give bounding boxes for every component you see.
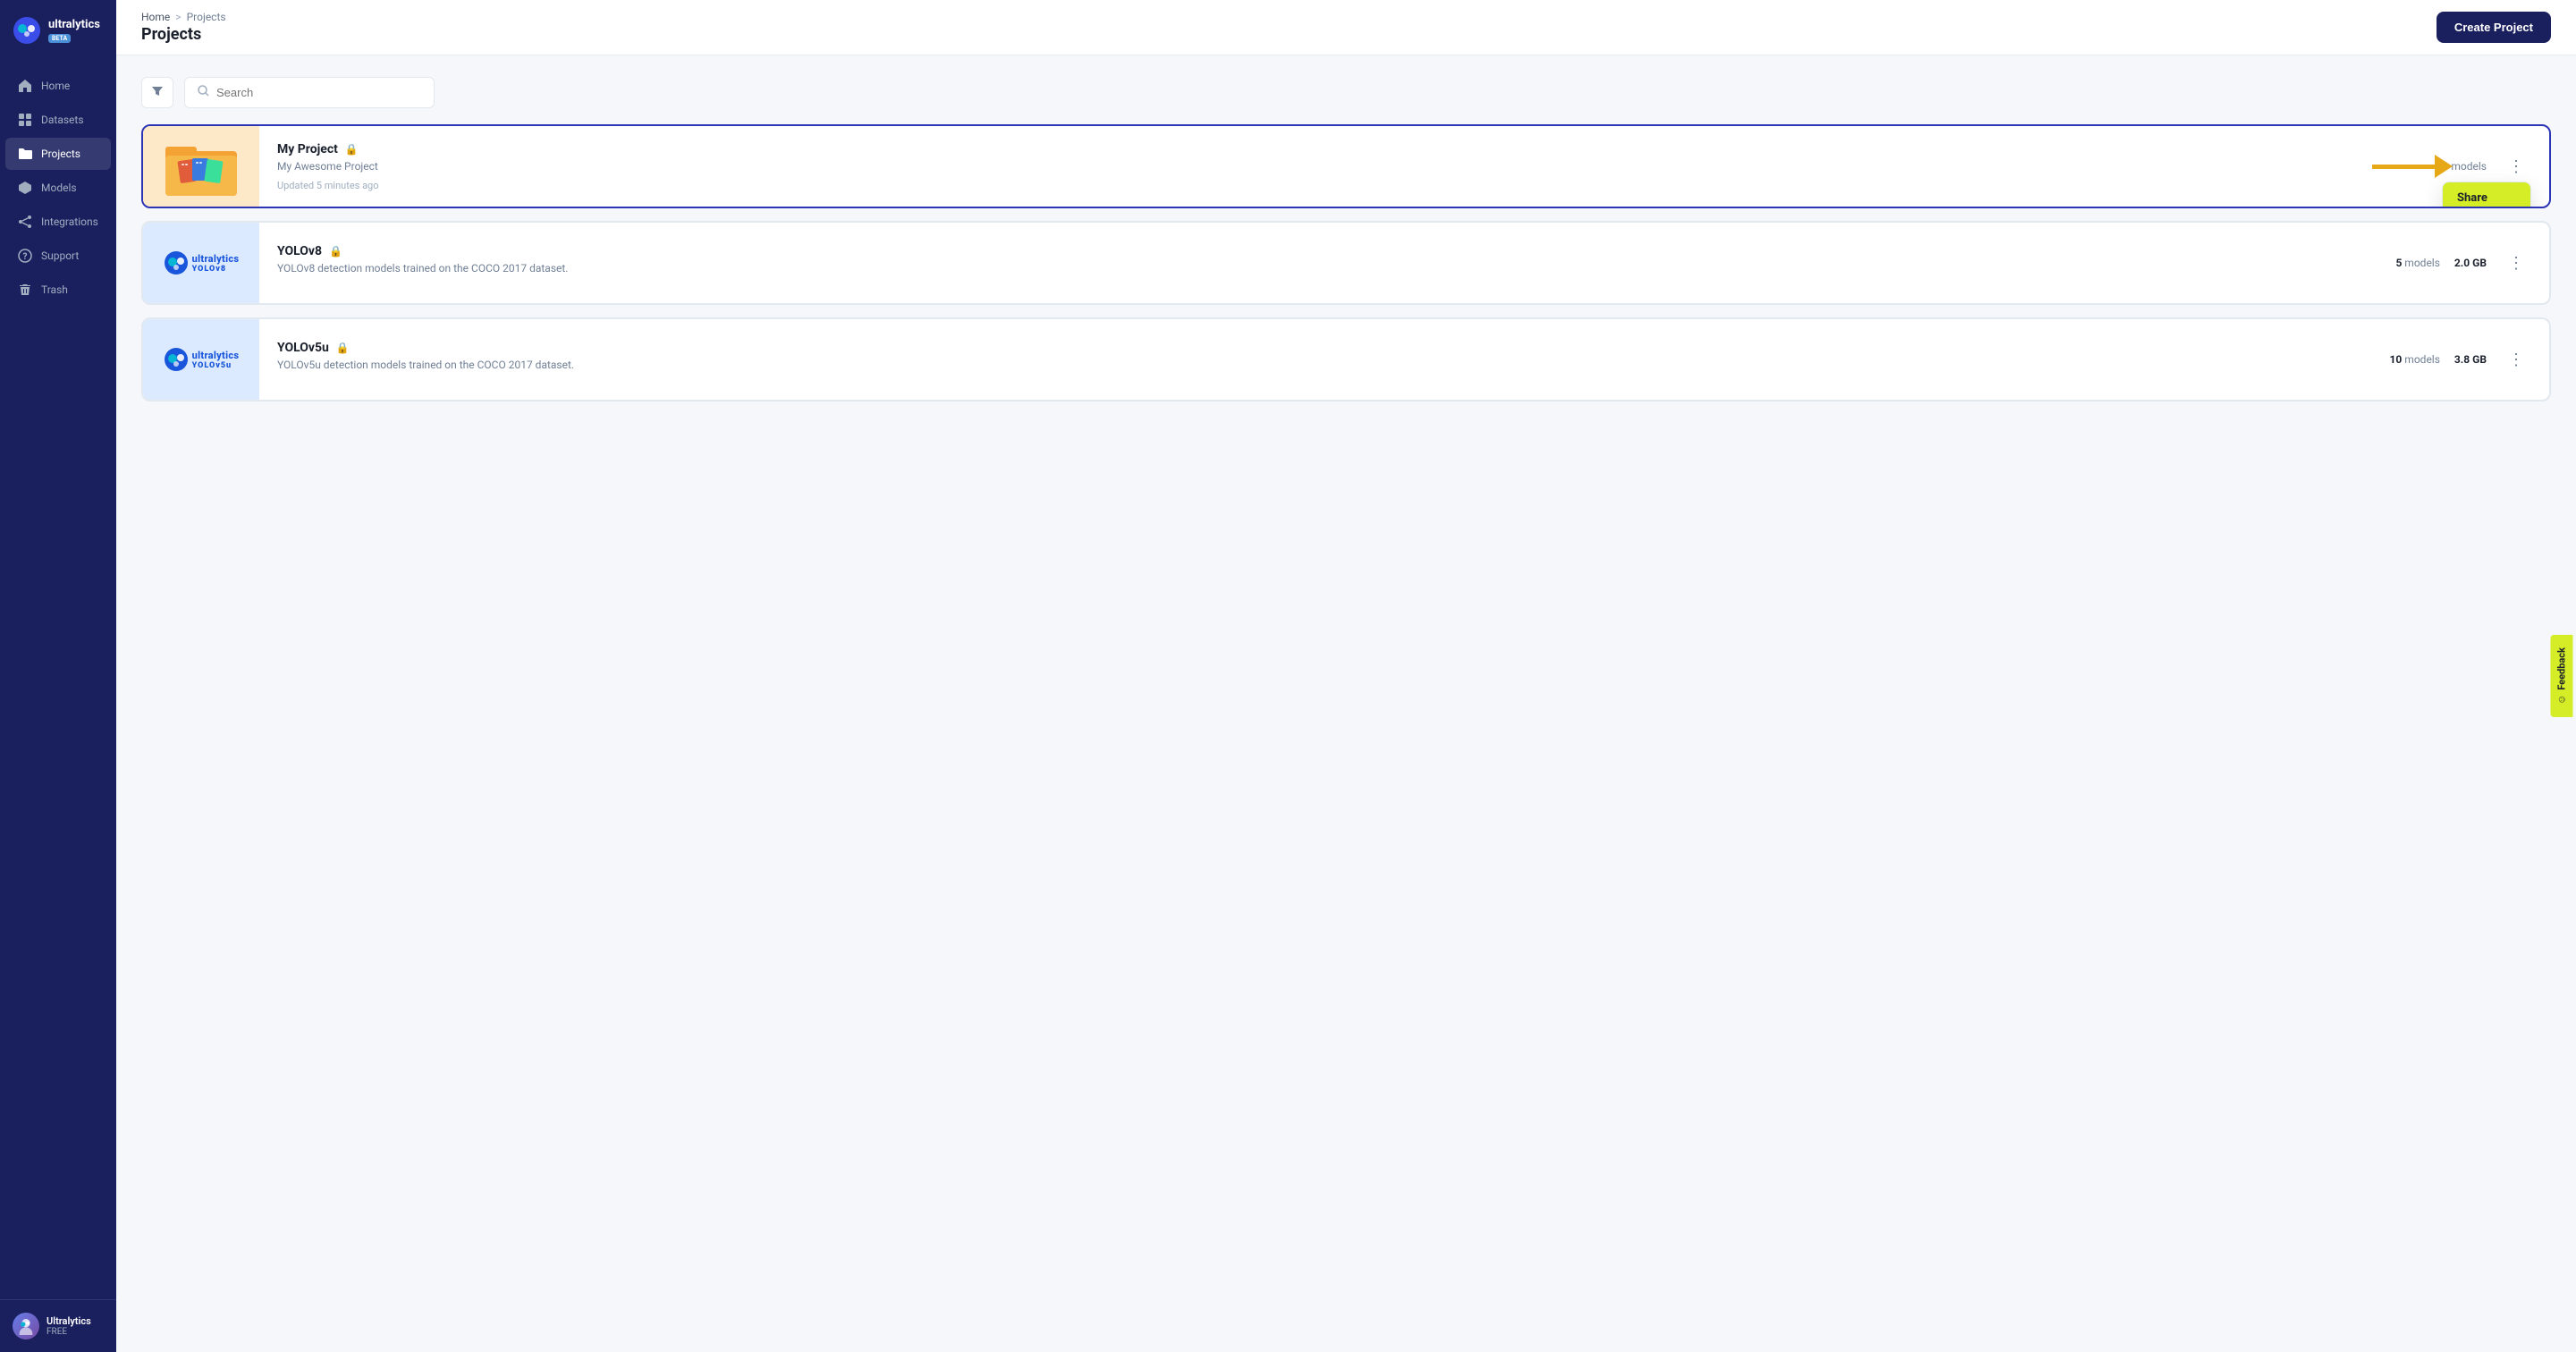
lock-icon-my-project: 🔒 bbox=[345, 143, 359, 156]
header-left: Home > Projects Projects bbox=[141, 11, 226, 44]
breadcrumb-current: Projects bbox=[187, 11, 226, 23]
sidebar-item-integrations[interactable]: Integrations bbox=[5, 206, 111, 238]
search-input[interactable] bbox=[216, 86, 421, 99]
datasets-icon bbox=[18, 113, 32, 127]
card-actions-yolov5u: 10 models 3.8 GB ⋮ bbox=[2372, 348, 2549, 371]
sidebar-item-projects[interactable]: Projects bbox=[5, 138, 111, 170]
sidebar-item-home[interactable]: Home bbox=[5, 70, 111, 102]
trash-icon bbox=[18, 283, 32, 297]
content-area: My Project 🔒 My Awesome Project Updated … bbox=[116, 55, 2576, 1352]
sidebar-item-support-label: Support bbox=[41, 249, 79, 262]
sidebar-item-support[interactable]: ? Support bbox=[5, 240, 111, 272]
card-title-row-yolov8: YOLOv8 🔒 bbox=[277, 244, 2360, 258]
more-button-yolov8[interactable]: ⋮ bbox=[2501, 251, 2531, 275]
integrations-icon bbox=[18, 215, 32, 229]
sidebar-bottom: Ultralytics FREE bbox=[0, 1299, 116, 1352]
beta-badge: BETA bbox=[48, 34, 71, 43]
logo: ultralytics BETA bbox=[0, 0, 116, 63]
sidebar: ultralytics BETA Home Datasets Projects bbox=[0, 0, 116, 1352]
card-title-row-yolov5u: YOLOv5u 🔒 bbox=[277, 341, 2354, 355]
page-title: Projects bbox=[141, 25, 226, 44]
brand-name: ultralytics bbox=[48, 18, 100, 32]
support-icon: ? bbox=[18, 249, 32, 263]
toolbar bbox=[141, 77, 2551, 108]
home-icon bbox=[18, 79, 32, 93]
models-count-yolov5u: 10 models bbox=[2390, 353, 2440, 366]
card-desc-yolov8: YOLOv8 detection models trained on the C… bbox=[277, 262, 2360, 275]
ultralytics-mini-logo bbox=[164, 250, 189, 275]
filter-button[interactable] bbox=[141, 77, 173, 108]
main-content: Home > Projects Projects Create Project bbox=[116, 0, 2576, 1352]
ultralytics-mini-logo-2 bbox=[164, 347, 189, 372]
breadcrumb-home[interactable]: Home bbox=[141, 11, 170, 23]
feedback-label: Feedback bbox=[2556, 647, 2568, 690]
sidebar-item-home-label: Home bbox=[41, 80, 70, 92]
arrow-head bbox=[2435, 155, 2453, 178]
size-badge-yolov8: 2.0 GB bbox=[2454, 257, 2487, 269]
project-card-yolov5u[interactable]: ultralytics YOLOv5u YOLOv5u 🔒 YOLOv5u de… bbox=[141, 317, 2551, 401]
card-actions-yolov8: 5 models 2.0 GB ⋮ bbox=[2378, 251, 2549, 275]
dropdown-share[interactable]: Share bbox=[2443, 182, 2530, 208]
card-desc-yolov5u: YOLOv5u detection models trained on the … bbox=[277, 359, 2354, 371]
user-details: Ultralytics FREE bbox=[46, 1315, 91, 1337]
sidebar-item-models[interactable]: Models bbox=[5, 172, 111, 204]
yolov5u-sub-label: YOLOv5u bbox=[192, 361, 240, 370]
card-body-yolov8: YOLOv8 🔒 YOLOv8 detection models trained… bbox=[259, 230, 2378, 296]
lock-icon-yolov5u: 🔒 bbox=[336, 342, 350, 354]
sidebar-item-trash-label: Trash bbox=[41, 283, 68, 296]
card-thumbnail-my-project bbox=[143, 126, 259, 207]
folder-icon bbox=[161, 133, 241, 200]
models-icon bbox=[18, 181, 32, 195]
card-thumbnail-yolov8: ultralytics YOLOv8 bbox=[143, 223, 259, 303]
card-title-yolov5u: YOLOv5u bbox=[277, 341, 329, 355]
more-button-my-project[interactable]: ⋮ bbox=[2501, 155, 2531, 178]
sidebar-item-trash[interactable]: Trash bbox=[5, 274, 111, 306]
card-title-row-my-project: My Project 🔒 bbox=[277, 142, 2407, 156]
user-info: Ultralytics FREE bbox=[13, 1313, 104, 1339]
dropdown-container: ⋮ Share Edit Delete bbox=[2501, 155, 2531, 178]
sidebar-item-datasets[interactable]: Datasets bbox=[5, 104, 111, 136]
top-bar: Home > Projects Projects Create Project bbox=[116, 0, 2576, 55]
project-card-my-project[interactable]: My Project 🔒 My Awesome Project Updated … bbox=[141, 124, 2551, 208]
feedback-tab-wrapper: ☺ Feedback bbox=[2551, 635, 2573, 717]
project-card-yolov8[interactable]: ultralytics YOLOv8 YOLOv8 🔒 YOLOv8 detec… bbox=[141, 221, 2551, 305]
feedback-icon: ☺ bbox=[2556, 695, 2568, 705]
user-plan: FREE bbox=[46, 1327, 91, 1337]
sidebar-item-integrations-label: Integrations bbox=[41, 215, 98, 228]
user-name: Ultralytics bbox=[46, 1315, 91, 1327]
card-body-my-project: My Project 🔒 My Awesome Project Updated … bbox=[259, 128, 2425, 206]
card-thumbnail-yolov5u: ultralytics YOLOv5u bbox=[143, 319, 259, 400]
yolov8-sub-label: YOLOv8 bbox=[192, 265, 240, 274]
share-arrow bbox=[2372, 155, 2453, 178]
card-title-yolov8: YOLOv8 bbox=[277, 244, 322, 258]
card-meta-my-project: Updated 5 minutes ago bbox=[277, 180, 2407, 191]
breadcrumb: Home > Projects bbox=[141, 11, 226, 23]
more-button-yolov5u[interactable]: ⋮ bbox=[2501, 348, 2531, 371]
avatar bbox=[13, 1313, 39, 1339]
filter-icon bbox=[151, 85, 164, 97]
size-badge-yolov5u: 3.8 GB bbox=[2454, 353, 2487, 366]
ultralytics-logo-icon bbox=[13, 16, 41, 45]
breadcrumb-separator: > bbox=[175, 11, 181, 23]
projects-icon bbox=[18, 147, 32, 161]
search-box bbox=[184, 77, 435, 108]
sidebar-item-projects-label: Projects bbox=[41, 148, 80, 160]
context-menu: Share Edit Delete bbox=[2442, 182, 2531, 208]
create-project-button[interactable]: Create Project bbox=[2437, 12, 2551, 43]
svg-text:?: ? bbox=[23, 252, 28, 262]
nav-items: Home Datasets Projects Models Integratio… bbox=[0, 63, 116, 1299]
logo-text: ultralytics BETA bbox=[48, 18, 100, 43]
arrow-line bbox=[2372, 165, 2435, 169]
feedback-tab[interactable]: ☺ Feedback bbox=[2551, 635, 2573, 717]
sidebar-item-models-label: Models bbox=[41, 182, 77, 194]
models-count-yolov8: 5 models bbox=[2395, 257, 2439, 269]
search-icon bbox=[198, 85, 209, 100]
card-desc-my-project: My Awesome Project bbox=[277, 160, 2407, 173]
sidebar-item-datasets-label: Datasets bbox=[41, 114, 84, 126]
card-body-yolov5u: YOLOv5u 🔒 YOLOv5u detection models train… bbox=[259, 326, 2372, 393]
card-title-my-project: My Project bbox=[277, 142, 338, 156]
lock-icon-yolov8: 🔒 bbox=[329, 245, 342, 258]
